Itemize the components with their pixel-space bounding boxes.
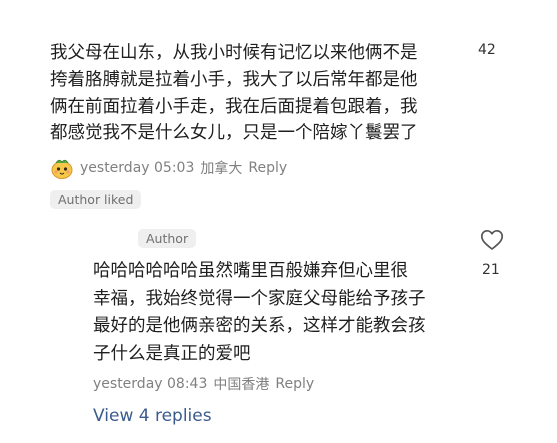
reply-time: yesterday 08:43 [93,376,208,392]
reply-reply-button[interactable]: Reply [275,376,314,392]
reply-line: 子什么是真正的爱吧 [93,343,251,364]
reply-meta: yesterday 08:43 中国香港 Reply [93,374,314,394]
reply-location: 中国香港 [213,377,270,393]
comment-text: 我父母在山东，从我小时候有记忆以来他俩不是 挎着胳膊就是拉着小手，我大了以后常年… [50,40,450,147]
comment-location: 加拿大 [200,161,243,177]
comment-reply-button[interactable]: Reply [248,160,287,176]
author-liked-badge: Author liked [50,190,142,209]
reply-line: 幸福，我始终觉得一个家庭父母能给予孩子 [93,288,426,309]
comment-line: 我父母在山东，从我小时候有记忆以来他俩不是 [50,43,418,63]
heart-outline-icon[interactable] [480,229,504,251]
comment-line: 俩在前面拉着小手走，我在后面提着包跟着，我 [50,96,418,117]
reply-line: 哈哈哈哈哈哈虽然嘴里百般嫌弃但心里很 [93,261,408,281]
comment-line: 都感觉我不是什么女儿，只是一个陪嫁丫鬟罢了 [50,123,418,144]
author-badge: Author [138,229,197,248]
comment-meta: yesterday 05:03 加拿大 Reply [50,157,287,179]
comment-line: 挎着胳膊就是拉着小手，我大了以后常年都是他 [50,69,418,90]
reply-text: 哈哈哈哈哈哈虽然嘴里百般嫌弃但心里很 幸福，我始终觉得一个家庭父母能给予孩子 最… [93,258,453,368]
reply-like-count[interactable]: 21 [482,262,500,278]
reply-line: 最好的是他俩亲密的关系，这样才能教会孩 [93,316,426,336]
comment-like-count[interactable]: 42 [478,42,496,58]
sticker-avatar-icon[interactable] [50,157,74,179]
comment-time: yesterday 05:03 [80,160,195,176]
view-replies-link[interactable]: View 4 replies [93,406,212,426]
